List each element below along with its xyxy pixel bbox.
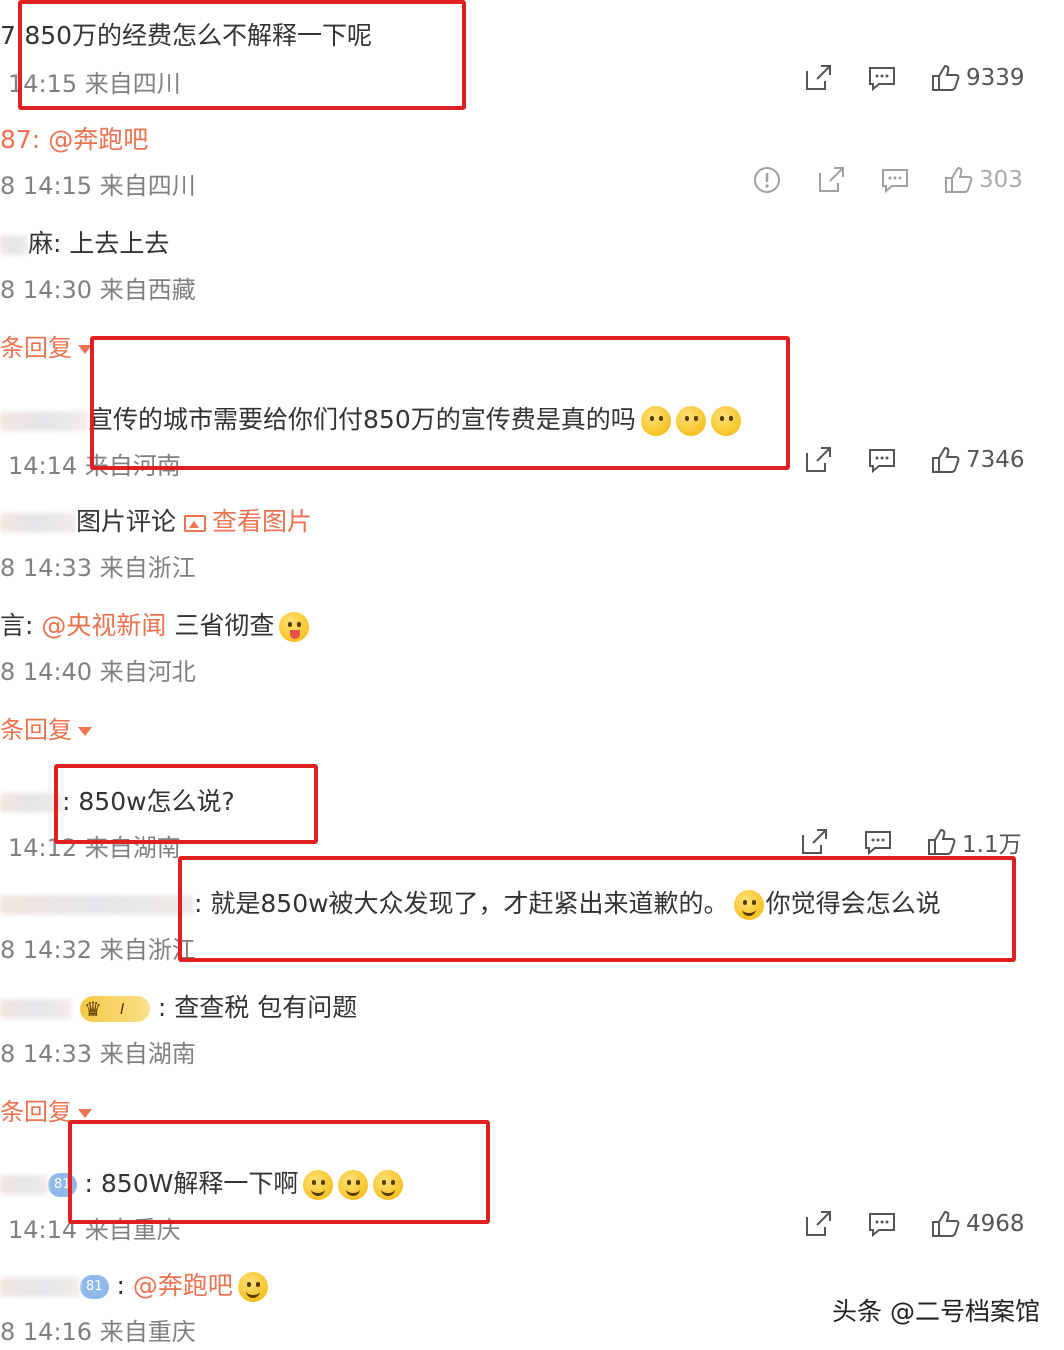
highlight-box-4 <box>178 856 1016 962</box>
comment-icon <box>869 449 895 474</box>
comment-11-prefix: : <box>116 1271 125 1300</box>
comment-3-text: 麻: 上去上去 <box>0 224 169 260</box>
comment-button[interactable] <box>863 160 927 200</box>
username-blurred <box>0 513 76 533</box>
vip-badge-level: I <box>119 1000 125 1018</box>
comment-2-prefix: 87: <box>0 125 41 154</box>
comment-button[interactable] <box>850 1204 914 1244</box>
username-blurred <box>0 411 88 431</box>
comment-icon <box>882 169 908 194</box>
chevron-down-icon <box>78 726 92 736</box>
comment-6-text: 言: @央视新闻 三省彻查 <box>0 606 310 642</box>
like-count: 4968 <box>966 1211 1025 1237</box>
comment-2-mention[interactable]: @奔跑吧 <box>48 125 148 154</box>
comment-6-prefix: 言: <box>0 611 34 640</box>
comment-11-text: 81 : @奔跑吧 <box>0 1266 268 1302</box>
comment-2-actions: 303 <box>735 160 1023 200</box>
report-button[interactable] <box>735 160 799 200</box>
share-button[interactable] <box>799 160 863 200</box>
like-count: 1.1万 <box>962 832 1022 858</box>
comment-3-body: 上去上去 <box>69 229 170 258</box>
view-image-link[interactable]: 查看图片 <box>183 507 312 536</box>
comment-5-time: 8 14:33 来自浙江 <box>0 554 196 582</box>
comment-1-actions: 9339 <box>786 58 1025 98</box>
chevron-down-icon <box>78 1108 92 1118</box>
thumbs-up-icon <box>928 828 956 855</box>
comment-5-body: 图片评论 <box>76 507 177 536</box>
comment-6-mention[interactable]: @央视新闻 <box>41 611 166 640</box>
share-button[interactable] <box>786 1204 850 1244</box>
like-count: 9339 <box>966 65 1025 91</box>
comment-10-actions: 4968 <box>786 1204 1025 1244</box>
reply-toggle-label: 条回复 <box>0 716 72 744</box>
username-blurred <box>0 1277 80 1297</box>
thumbs-up-icon <box>945 166 973 193</box>
comment-button[interactable] <box>850 58 914 98</box>
comment-2-time: 8 14:15 来自四川 <box>0 172 196 200</box>
comment-icon <box>869 1213 895 1238</box>
share-button[interactable] <box>786 58 850 98</box>
comment-4-actions: 7346 <box>786 440 1025 480</box>
username-blurred <box>0 999 72 1019</box>
share-button[interactable] <box>786 440 850 480</box>
comment-6-time: 8 14:40 来自河北 <box>0 658 196 686</box>
like-count: 303 <box>979 167 1023 193</box>
like-button[interactable]: 9339 <box>914 58 1025 98</box>
reply-toggle-label: 条回复 <box>0 1098 72 1126</box>
username-blurred <box>0 895 194 915</box>
thumbs-up-icon <box>932 446 960 473</box>
image-icon <box>183 514 206 532</box>
comment-9-time: 8 14:33 来自湖南 <box>0 1040 196 1068</box>
highlight-box-5 <box>68 1120 490 1224</box>
comment-9-body: 查查税 包有问题 <box>174 993 358 1022</box>
share-icon <box>806 65 831 90</box>
view-image-label: 查看图片 <box>211 507 312 536</box>
vip-badge-icon: I <box>79 996 150 1022</box>
comment-8-time: 8 14:32 来自浙江 <box>0 936 196 964</box>
watermark: 头条 @二号档案馆 <box>832 1297 1040 1326</box>
comment-button[interactable] <box>850 440 914 480</box>
reply-toggle-1[interactable]: 条回复 <box>0 328 92 363</box>
thumbs-up-icon <box>932 64 960 91</box>
comment-icon <box>865 831 891 856</box>
like-button[interactable]: 4968 <box>914 1204 1025 1244</box>
fan-badge-icon: 81 <box>80 1275 109 1299</box>
comment-9-text: I : 查查税 包有问题 <box>0 988 357 1024</box>
username-blurred <box>0 1175 48 1195</box>
highlight-box-3 <box>54 764 318 844</box>
comment-11-mention[interactable]: @奔跑吧 <box>133 1271 233 1300</box>
like-button[interactable]: 7346 <box>914 440 1025 480</box>
warning-icon <box>754 167 780 193</box>
share-icon <box>806 1211 831 1236</box>
comment-icon <box>869 67 895 92</box>
username-blurred <box>0 235 28 255</box>
thumbs-up-icon <box>932 1210 960 1237</box>
smirk-emoji-icon <box>237 1272 268 1302</box>
comment-11-time: 8 14:16 来自重庆 <box>0 1318 196 1346</box>
username-blurred <box>0 793 62 813</box>
comment-3-time: 8 14:30 来自西藏 <box>0 276 196 304</box>
comment-6-body: 三省彻查 <box>174 611 275 640</box>
highlight-box-1 <box>18 0 466 110</box>
reply-toggle-2[interactable]: 条回复 <box>0 710 92 745</box>
comment-5-text: 图片评论 查看图片 <box>0 502 312 538</box>
comment-9-prefix: : <box>157 993 167 1022</box>
tongue-emoji-icon <box>279 612 310 642</box>
share-icon <box>819 167 844 192</box>
share-icon <box>802 829 827 854</box>
comment-3-prefix: 麻: <box>28 229 62 258</box>
like-button[interactable]: 303 <box>927 160 1023 200</box>
comment-2-text: 87: @奔跑吧 <box>0 120 148 156</box>
reply-toggle-label: 条回复 <box>0 334 72 362</box>
share-icon <box>806 447 831 472</box>
like-count: 7346 <box>966 447 1025 473</box>
highlight-box-2 <box>90 336 790 470</box>
